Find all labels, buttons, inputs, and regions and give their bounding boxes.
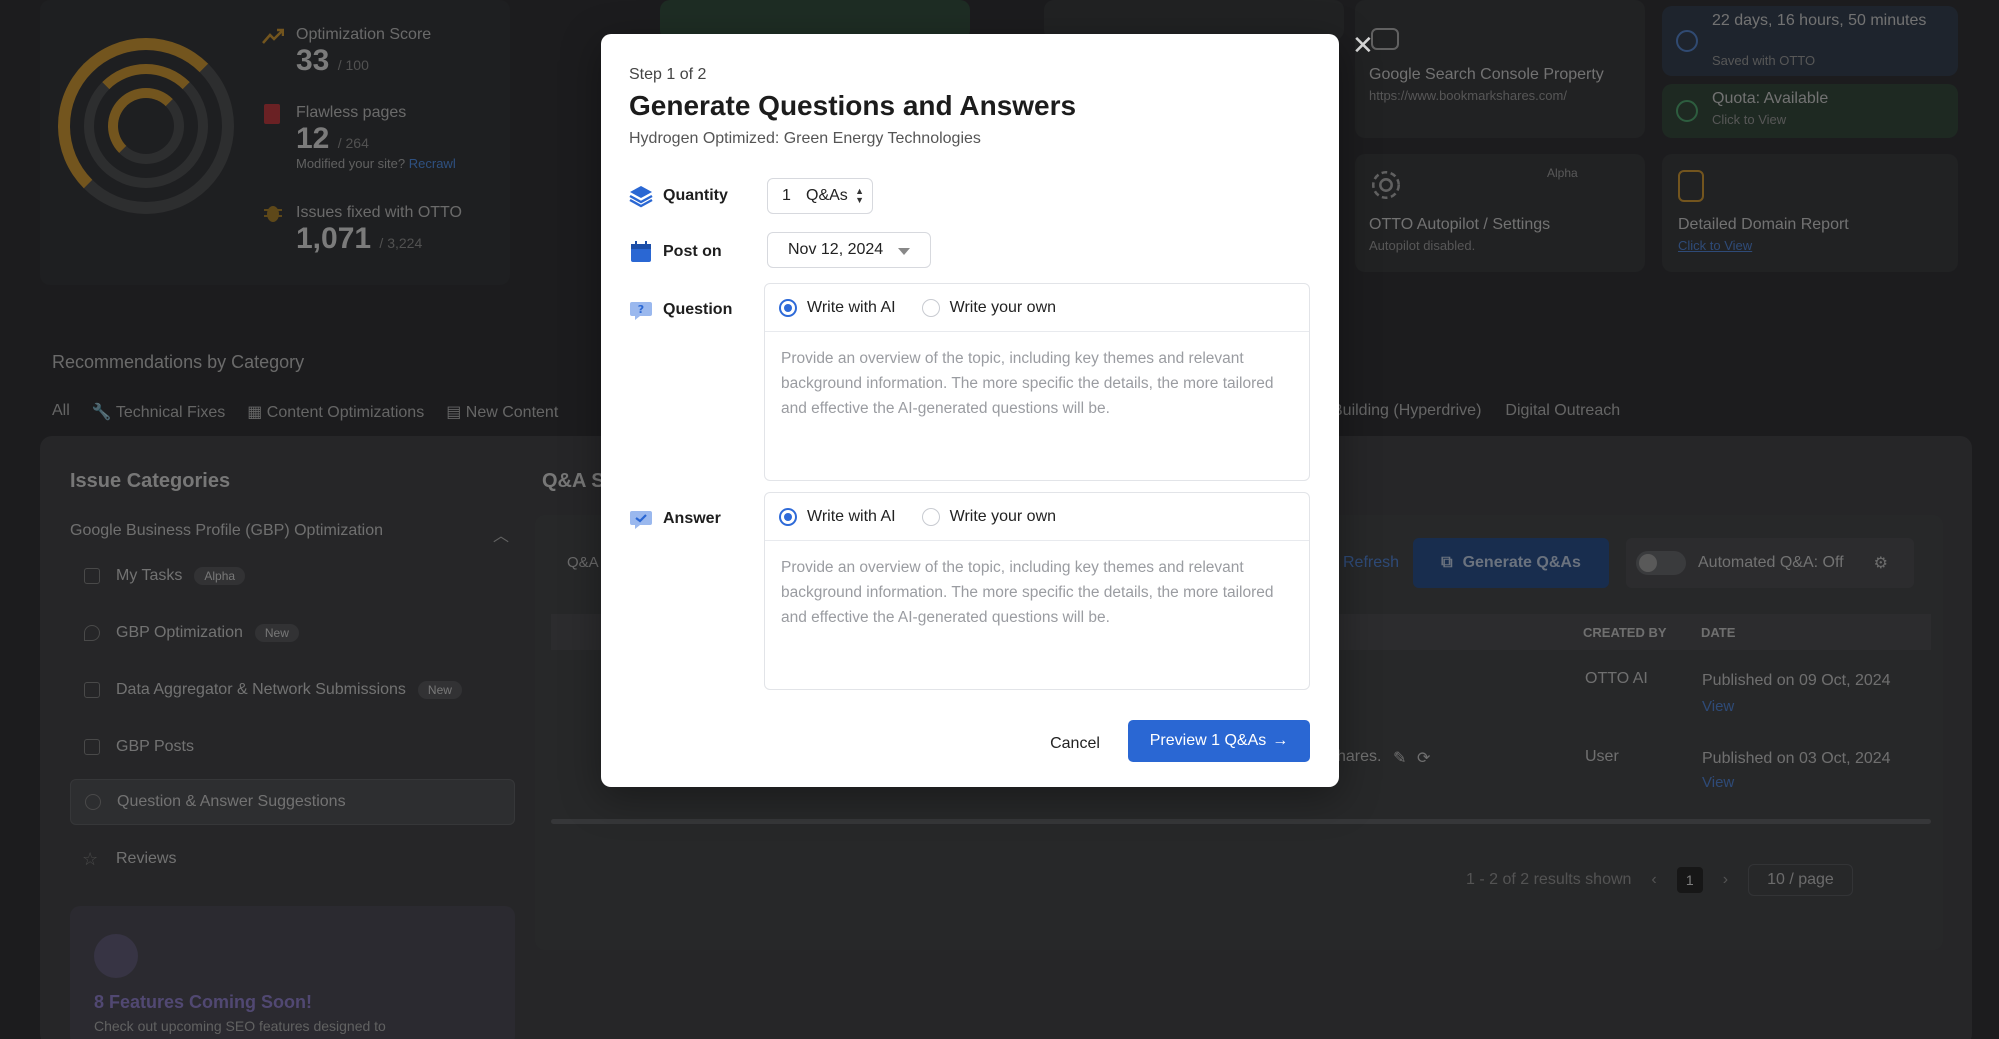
generate-qa-modal: Step 1 of 2 Generate Questions and Answe…: [601, 34, 1339, 787]
preview-qas-button[interactable]: Preview 1 Q&As →: [1128, 720, 1310, 762]
answer-write-ai-label: Write with AI: [807, 507, 896, 525]
post-on-label: Post on: [629, 240, 722, 264]
radio-selected-icon: [779, 298, 797, 317]
step-indicator: Step 1 of 2: [629, 66, 707, 83]
answer-label-text: Answer: [663, 510, 721, 527]
quantity-label: Quantity: [629, 184, 728, 208]
layers-icon: [629, 186, 653, 208]
answer-write-own-radio[interactable]: Write your own: [921, 507, 1057, 526]
question-write-own-label: Write your own: [949, 298, 1057, 316]
quantity-value: 1: [782, 187, 791, 204]
question-write-own-radio[interactable]: Write your own: [921, 298, 1057, 317]
question-bubble-icon: ?: [630, 302, 652, 320]
answer-write-own-label: Write your own: [949, 507, 1057, 525]
radio-unselected-icon: [921, 298, 940, 317]
post-on-label-text: Post on: [663, 243, 722, 260]
calendar-icon: [631, 241, 651, 262]
modal-title: Generate Questions and Answers: [629, 90, 1077, 121]
question-box: Write with AI Write your own: [764, 283, 1310, 481]
quantity-stepper[interactable]: 1 Q&As ▲ ▼: [767, 178, 873, 214]
answer-mode-radios: Write with AI Write your own: [765, 493, 1309, 541]
quantity-unit: Q&As: [806, 187, 848, 204]
answer-write-ai-radio[interactable]: Write with AI: [779, 507, 896, 526]
answer-bubble-icon: [630, 511, 652, 529]
question-write-ai-radio[interactable]: Write with AI: [779, 298, 896, 317]
question-mode-radios: Write with AI Write your own: [765, 284, 1309, 332]
close-icon[interactable]: ✕: [1352, 32, 1374, 58]
post-date-value: Nov 12, 2024: [788, 241, 884, 258]
question-write-ai-label: Write with AI: [807, 298, 896, 316]
svg-text:?: ?: [638, 303, 644, 316]
post-date-picker[interactable]: Nov 12, 2024: [767, 232, 931, 268]
arrow-right-icon: →: [1272, 732, 1289, 749]
answer-topic-textarea[interactable]: [765, 541, 1309, 689]
answer-box: Write with AI Write your own: [764, 492, 1310, 690]
stepper-arrows-icon[interactable]: ▲ ▼: [855, 187, 864, 205]
modal-subtitle: Hydrogen Optimized: Green Energy Technol…: [629, 130, 981, 147]
caret-down-icon: [898, 248, 910, 255]
question-topic-textarea[interactable]: [765, 332, 1309, 480]
radio-unselected-icon: [921, 507, 940, 526]
question-label: ? Question: [629, 298, 732, 322]
radio-selected-icon: [779, 507, 797, 526]
answer-label: Answer: [629, 507, 721, 531]
cancel-button[interactable]: Cancel: [1039, 724, 1111, 764]
quantity-label-text: Quantity: [663, 187, 728, 204]
preview-qas-label: Preview 1 Q&As: [1149, 732, 1267, 749]
question-label-text: Question: [663, 301, 733, 318]
